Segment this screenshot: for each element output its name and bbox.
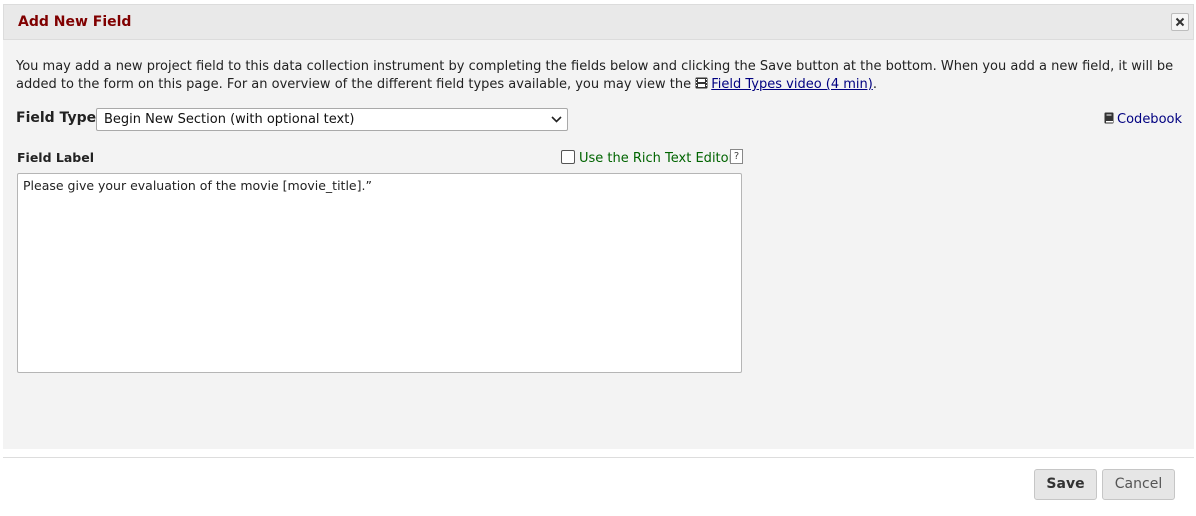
rich-text-checkbox[interactable] bbox=[561, 150, 575, 164]
help-icon[interactable]: ? bbox=[730, 149, 743, 164]
rich-text-toggle[interactable]: Use the Rich Text Editor bbox=[561, 150, 734, 166]
dialog-content: You may add a new project field to this … bbox=[3, 40, 1194, 449]
add-field-dialog: Add New Field You may add a new project … bbox=[3, 4, 1194, 512]
field-types-video-link[interactable]: Field Types video (4 min) bbox=[711, 77, 873, 92]
codebook-link[interactable]: Codebook bbox=[1104, 112, 1182, 127]
close-icon bbox=[1175, 17, 1185, 27]
book-icon bbox=[1104, 112, 1114, 124]
codebook-label: Codebook bbox=[1117, 112, 1182, 127]
dialog-titlebar: Add New Field bbox=[3, 4, 1194, 40]
footer-divider bbox=[3, 457, 1194, 458]
field-label-textarea[interactable]: Please give your evaluation of the movie… bbox=[17, 173, 742, 373]
field-type-select[interactable]: Begin New Section (with optional text) bbox=[96, 108, 568, 131]
save-button[interactable]: Save bbox=[1034, 469, 1097, 500]
chevron-down-icon bbox=[551, 116, 562, 123]
dialog-title: Add New Field bbox=[18, 14, 132, 30]
intro-text-before: You may add a new project field to this … bbox=[16, 59, 1174, 92]
intro-text: You may add a new project field to this … bbox=[16, 58, 1176, 94]
field-label-heading: Field Label bbox=[17, 150, 94, 165]
close-button[interactable] bbox=[1171, 13, 1189, 31]
rich-text-label: Use the Rich Text Editor bbox=[579, 151, 734, 166]
cancel-button[interactable]: Cancel bbox=[1102, 469, 1175, 500]
field-type-label: Field Type: bbox=[16, 110, 102, 126]
field-type-selected-value: Begin New Section (with optional text) bbox=[104, 112, 355, 127]
intro-text-after: . bbox=[872, 77, 877, 92]
film-icon bbox=[695, 77, 708, 89]
